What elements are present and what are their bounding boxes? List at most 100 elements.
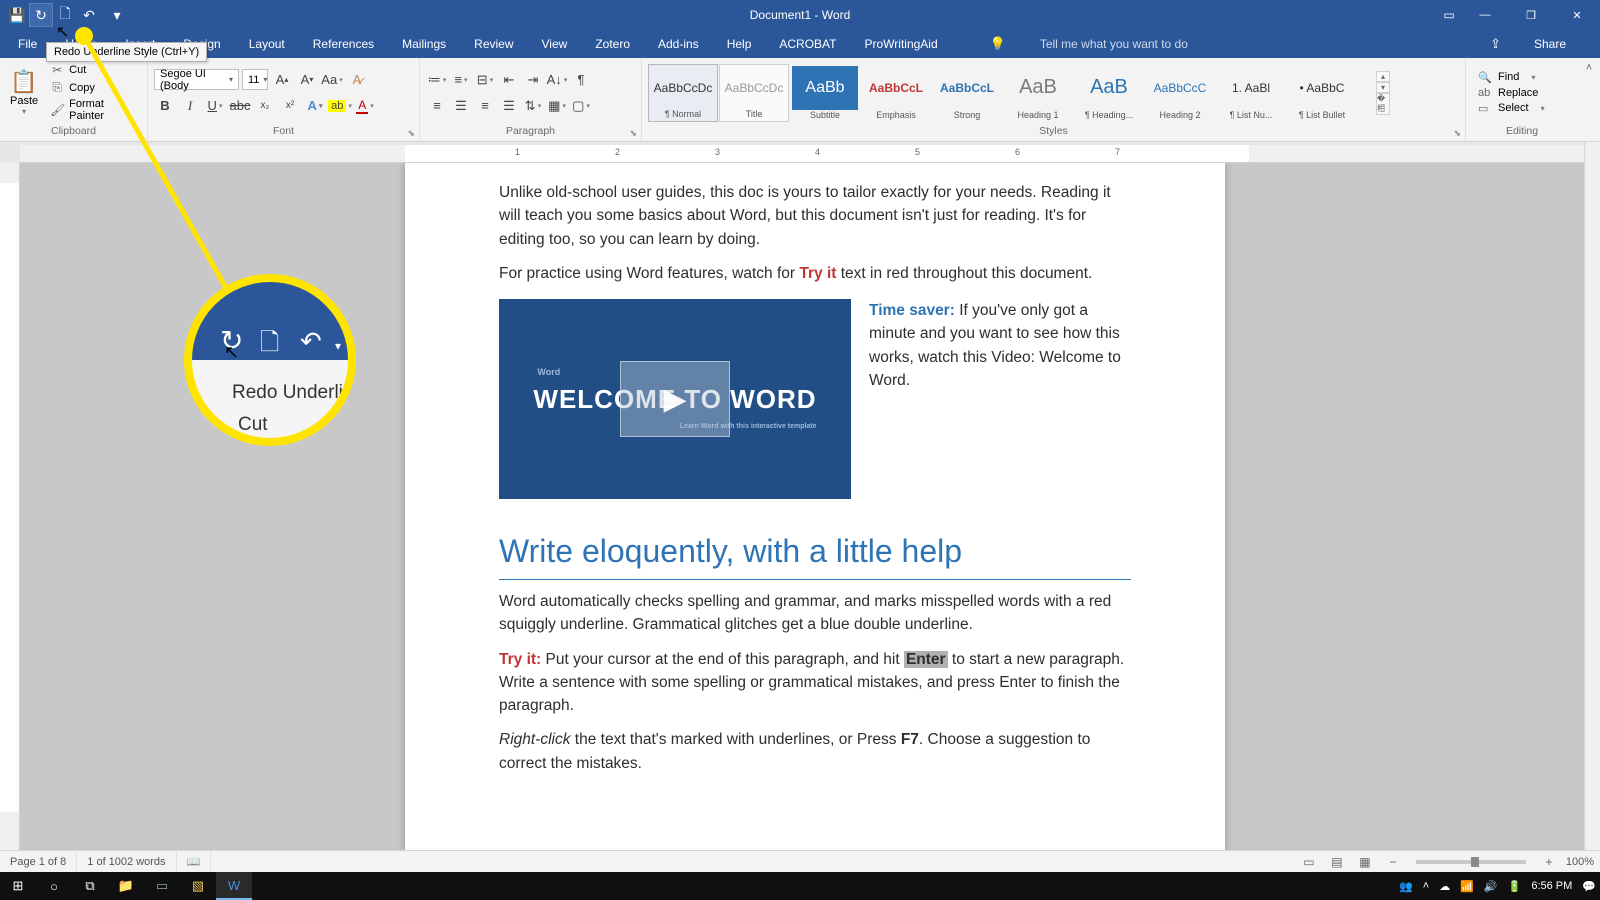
onedrive-icon[interactable]: ☁ <box>1439 880 1450 893</box>
collapse-ribbon-icon[interactable]: ˄ <box>1578 58 1600 141</box>
tray-chevron-icon[interactable]: ˄ <box>1423 880 1429 892</box>
customize-qat-icon[interactable]: ▾ <box>106 4 128 26</box>
share-button[interactable]: ⇪ Share <box>1462 30 1594 58</box>
strikethrough-button[interactable]: abc <box>229 95 251 116</box>
sort-button[interactable]: A↓ <box>546 69 568 90</box>
select-button[interactable]: ▭Select▾ <box>1472 101 1551 116</box>
font-size-combo[interactable]: 11▾ <box>242 69 268 90</box>
new-doc-icon[interactable]: 🗋 <box>54 4 76 26</box>
tab-review[interactable]: Review <box>460 30 527 58</box>
format-painter-button[interactable]: 🖌Format Painter <box>46 97 141 123</box>
font-name-combo[interactable]: Segoe UI (Body▾ <box>154 69 239 90</box>
volume-icon[interactable]: 🔊 <box>1484 880 1498 893</box>
heading-1[interactable]: Write eloquently, with a little help <box>499 527 1131 580</box>
tab-mailings[interactable]: Mailings <box>388 30 460 58</box>
align-right-button[interactable]: ≡ <box>474 95 496 116</box>
tab-view[interactable]: View <box>528 30 582 58</box>
change-case-button[interactable]: Aa <box>321 69 343 90</box>
paragraph-dialog-launcher-icon[interactable]: ⬊ <box>627 128 639 139</box>
align-center-button[interactable]: ☰ <box>450 95 472 116</box>
style-item[interactable]: AaBbCcCHeading 2 <box>1145 64 1215 122</box>
tab-acrobat[interactable]: ACROBAT <box>765 30 850 58</box>
read-mode-icon[interactable]: ▭ <box>1298 855 1320 869</box>
copy-button[interactable]: ⎘Copy <box>46 79 141 96</box>
vertical-ruler[interactable] <box>0 163 20 872</box>
action-center-icon[interactable]: 💬 <box>1582 880 1596 893</box>
show-marks-button[interactable]: ¶ <box>570 69 592 90</box>
tab-references[interactable]: References <box>299 30 388 58</box>
body-paragraph[interactable]: Unlike old-school user guides, this doc … <box>499 181 1131 251</box>
tab-prowritingaid[interactable]: ProWritingAid <box>851 30 952 58</box>
tab-addins[interactable]: Add-ins <box>644 30 713 58</box>
replace-button[interactable]: abReplace <box>1472 86 1551 100</box>
page-indicator[interactable]: Page 1 of 8 <box>0 851 77 872</box>
numbering-button[interactable]: ≡ <box>450 69 472 90</box>
cortana-icon[interactable]: ○ <box>36 872 72 900</box>
save-icon[interactable]: 💾 <box>6 4 28 26</box>
styles-more-icon[interactable]: �相 <box>1376 93 1390 115</box>
body-paragraph[interactable]: For practice using Word features, watch … <box>499 262 1131 285</box>
style-item[interactable]: AaBHeading 1 <box>1003 64 1073 122</box>
tell-me-search[interactable]: 💡 Tell me what you want to do <box>962 30 1216 58</box>
proofing-icon[interactable]: 📖 <box>177 851 212 872</box>
superscript-button[interactable]: x² <box>279 95 301 116</box>
multilevel-button[interactable]: ⊟ <box>474 69 496 90</box>
horizontal-ruler[interactable]: 12 34 56 7 <box>20 145 1584 163</box>
body-paragraph[interactable]: Time saver: If you've only got a minute … <box>869 299 1131 499</box>
ribbon-display-options-icon[interactable]: ▭ <box>1438 4 1460 26</box>
line-spacing-button[interactable]: ⇅ <box>522 95 544 116</box>
find-button[interactable]: 🔍Find▾ <box>1472 70 1551 85</box>
clipboard-dialog-launcher-icon[interactable]: ⬊ <box>133 128 145 139</box>
bullets-button[interactable]: ≔ <box>426 69 448 90</box>
zoom-in-icon[interactable]: + <box>1538 855 1560 869</box>
battery-icon[interactable]: 🔋 <box>1508 880 1522 893</box>
word-count[interactable]: 1 of 1002 words <box>77 851 176 872</box>
body-paragraph[interactable]: Right-click the text that's marked with … <box>499 728 1131 775</box>
grow-font-button[interactable]: A▴ <box>271 69 293 90</box>
justify-button[interactable]: ☰ <box>498 95 520 116</box>
zoom-slider[interactable] <box>1416 860 1526 864</box>
app-icon[interactable]: ▧ <box>180 872 216 900</box>
body-paragraph[interactable]: Try it: Put your cursor at the end of th… <box>499 648 1131 718</box>
page[interactable]: Unlike old-school user guides, this doc … <box>405 163 1225 872</box>
align-left-button[interactable]: ≡ <box>426 95 448 116</box>
tab-layout[interactable]: Layout <box>235 30 299 58</box>
shading-button[interactable]: ▦ <box>546 95 568 116</box>
cut-button[interactable]: ✂Cut <box>46 62 141 78</box>
borders-button[interactable]: ▢ <box>570 95 592 116</box>
highlight-button[interactable]: ab <box>329 95 351 116</box>
wifi-icon[interactable]: 📶 <box>1460 880 1474 893</box>
start-icon[interactable]: ⊞ <box>0 872 36 900</box>
style-item[interactable]: AaBbCcDc¶ Normal <box>648 64 718 122</box>
document-area[interactable]: Unlike old-school user guides, this doc … <box>20 163 1584 872</box>
web-layout-icon[interactable]: ▦ <box>1354 855 1376 869</box>
task-view-icon[interactable]: ⧉ <box>72 872 108 900</box>
undo-icon[interactable]: ↶ <box>78 4 100 26</box>
word-taskbar-icon[interactable]: W <box>216 872 252 900</box>
increase-indent-button[interactable]: ⇥ <box>522 69 544 90</box>
style-item[interactable]: AaBbCcDcTitle <box>719 64 789 122</box>
decrease-indent-button[interactable]: ⇤ <box>498 69 520 90</box>
bold-button[interactable]: B <box>154 95 176 116</box>
file-explorer-icon[interactable]: 📁 <box>108 872 144 900</box>
tab-zotero[interactable]: Zotero <box>581 30 644 58</box>
restore-icon[interactable]: ❐ <box>1508 0 1554 30</box>
font-dialog-launcher-icon[interactable]: ⬊ <box>405 128 417 139</box>
font-color-button[interactable]: A <box>354 95 376 116</box>
style-item[interactable]: AaB¶ Heading... <box>1074 64 1144 122</box>
style-item[interactable]: AaBbCcLEmphasis <box>861 64 931 122</box>
play-icon[interactable]: ▶ <box>620 361 730 437</box>
people-icon[interactable]: 👥 <box>1399 880 1413 893</box>
clock[interactable]: 6:56 PM <box>1531 880 1572 892</box>
style-item[interactable]: 1. AaBl¶ List Nu... <box>1216 64 1286 122</box>
shrink-font-button[interactable]: A▾ <box>296 69 318 90</box>
style-item[interactable]: AaBbSubtitle <box>790 64 860 122</box>
subscript-button[interactable]: x₂ <box>254 95 276 116</box>
underline-button[interactable]: U <box>204 95 226 116</box>
styles-up-icon[interactable]: ▴ <box>1376 71 1390 82</box>
app-icon[interactable]: ▭ <box>144 872 180 900</box>
zoom-level[interactable]: 100% <box>1566 856 1594 868</box>
tab-help[interactable]: Help <box>713 30 766 58</box>
clear-formatting-button[interactable]: A̷ <box>346 69 368 90</box>
close-icon[interactable]: ✕ <box>1554 0 1600 30</box>
